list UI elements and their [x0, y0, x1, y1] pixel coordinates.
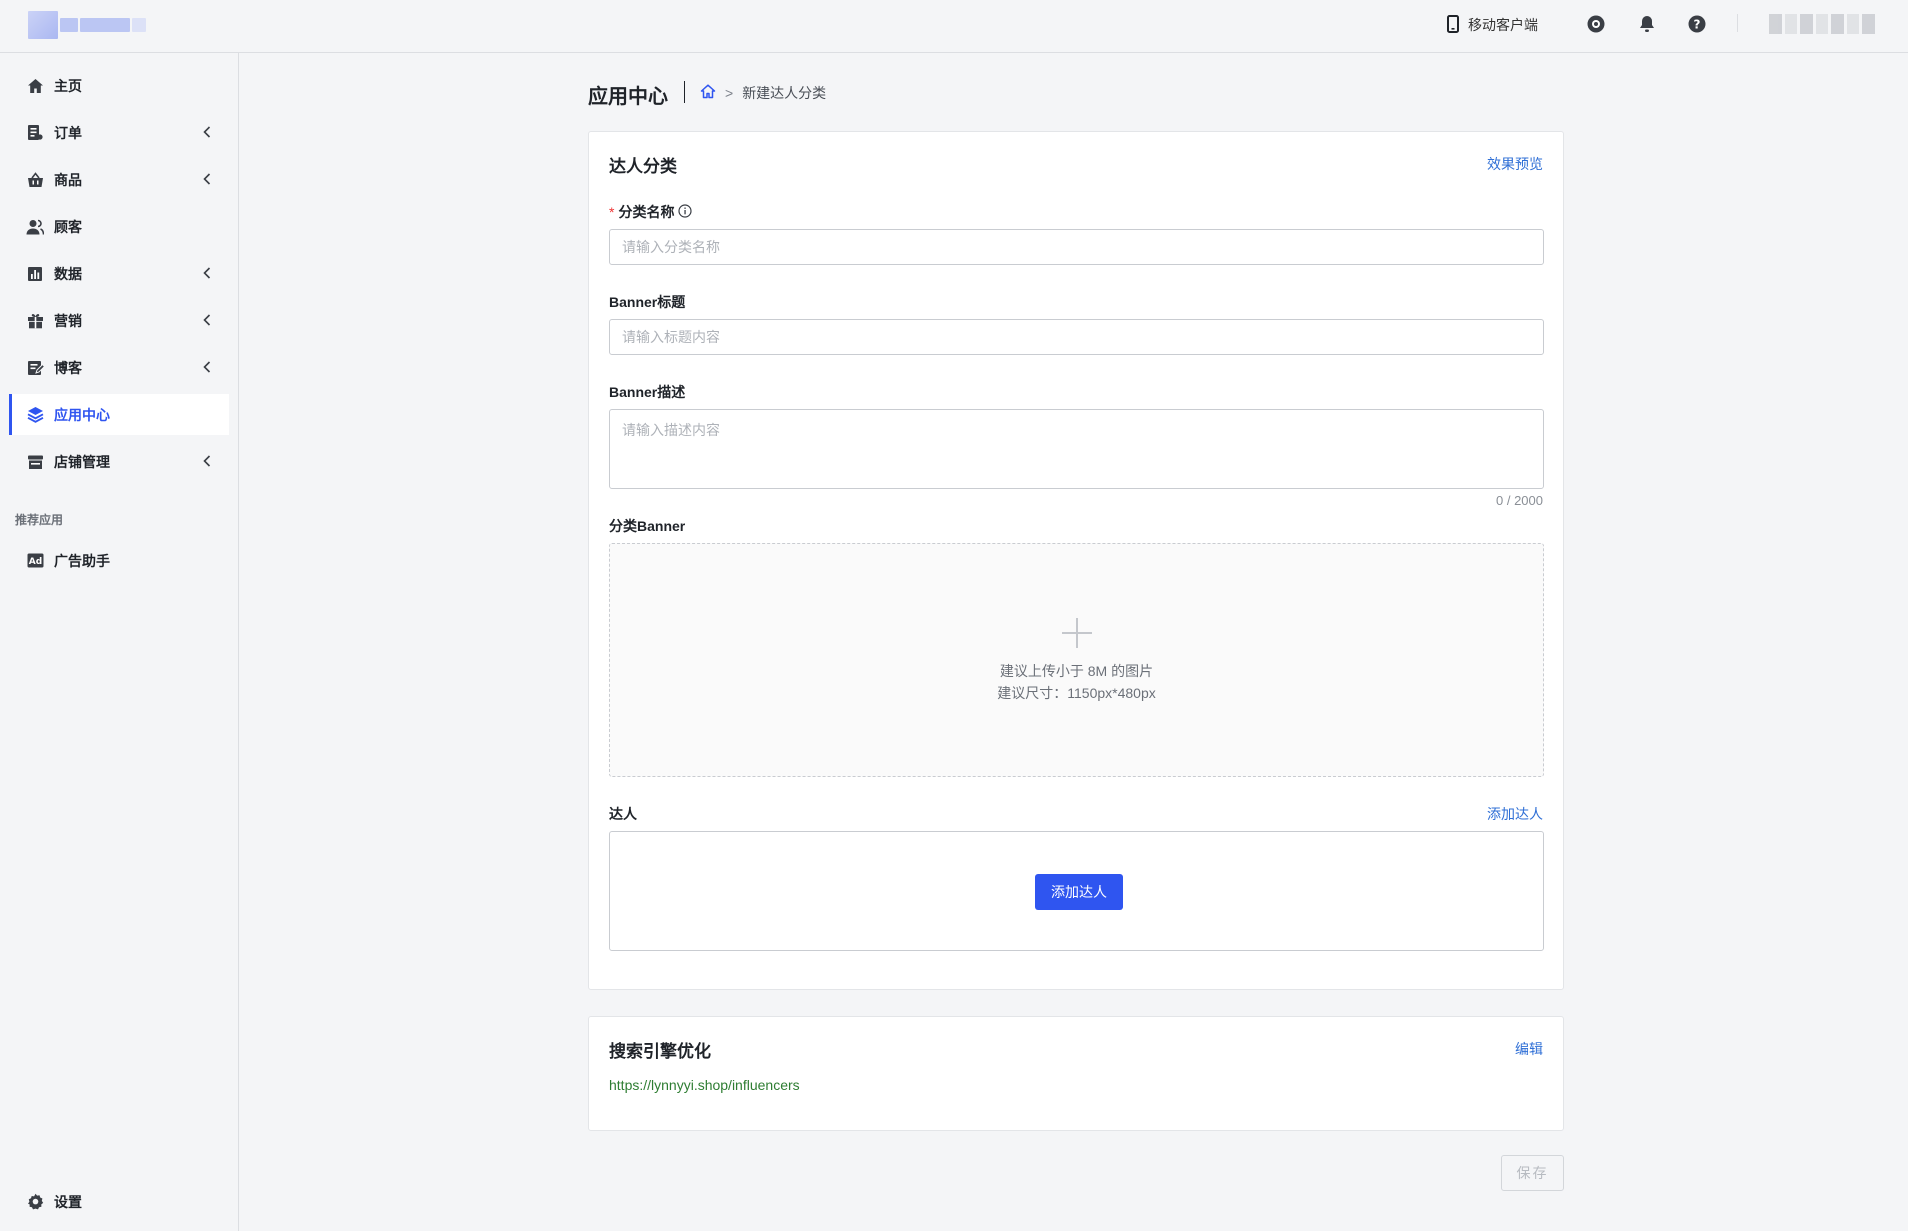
- chevron-left-icon: [199, 124, 215, 140]
- required-mark: *: [609, 204, 615, 220]
- sidebar-item-store-management[interactable]: 店铺管理: [9, 441, 229, 482]
- sidebar-item-label: 数据: [54, 265, 82, 282]
- sidebar-item-blog[interactable]: 博客: [9, 347, 229, 388]
- logo[interactable]: [28, 11, 166, 39]
- character-counter: 0 / 2000: [1496, 493, 1543, 508]
- mobile-client-label: 移动客户端: [1468, 17, 1538, 33]
- sidebar: 主页 订单 商品 顾客 数据 营销 博客 应用中心 店铺管理 推荐应用 Ad 广…: [0, 53, 239, 1231]
- recommended-apps-heading: 推荐应用: [15, 513, 64, 527]
- home-icon[interactable]: [700, 84, 716, 102]
- sidebar-item-data[interactable]: 数据: [9, 253, 229, 294]
- basket-icon: [26, 171, 44, 189]
- mobile-client-link[interactable]: 移动客户端: [1446, 14, 1538, 36]
- sidebar-item-ad-assistant[interactable]: Ad 广告助手: [9, 540, 229, 581]
- sidebar-item-label: 顾客: [54, 218, 82, 235]
- chevron-left-icon: [199, 171, 215, 187]
- preview-link[interactable]: 效果预览: [1487, 154, 1543, 174]
- layers-icon: [26, 406, 44, 424]
- influencers-list-box: 添加达人: [609, 831, 1544, 951]
- banner-title-input[interactable]: [609, 319, 1544, 355]
- top-bar: 移动客户端 ?: [0, 0, 1908, 53]
- chevron-left-icon: [199, 453, 215, 469]
- sidebar-item-customers[interactable]: 顾客: [9, 206, 229, 247]
- category-name-input[interactable]: [609, 229, 1544, 265]
- user-account-menu[interactable]: [1769, 14, 1876, 34]
- add-influencer-button[interactable]: 添加达人: [1035, 874, 1123, 910]
- sidebar-item-label: 应用中心: [54, 406, 110, 423]
- banner-title-label: Banner标题: [609, 294, 686, 310]
- breadcrumb-current: 新建达人分类: [742, 85, 827, 101]
- gear-icon: [26, 1193, 44, 1211]
- customers-icon: [26, 218, 44, 236]
- seo-title: 搜索引擎优化: [609, 1042, 711, 1061]
- card-title: 达人分类: [609, 157, 677, 176]
- banner-description-textarea[interactable]: [609, 409, 1544, 489]
- sidebar-item-orders[interactable]: 订单: [9, 112, 229, 153]
- sidebar-item-label: 博客: [54, 359, 82, 376]
- gift-icon: [26, 312, 44, 330]
- svg-text:?: ?: [1694, 18, 1701, 32]
- sidebar-item-products[interactable]: 商品: [9, 159, 229, 200]
- info-icon[interactable]: [678, 203, 693, 221]
- chevron-left-icon: [199, 265, 215, 281]
- category-banner-label: 分类Banner: [609, 518, 686, 534]
- ad-icon: Ad: [26, 552, 44, 570]
- add-influencer-link[interactable]: 添加达人: [1487, 804, 1543, 824]
- sidebar-item-label: 订单: [54, 124, 82, 141]
- svg-text:Ad: Ad: [28, 557, 41, 567]
- seo-card: 搜索引擎优化 编辑 https://lynnyyi.shop/influence…: [588, 1016, 1564, 1131]
- sidebar-item-app-center[interactable]: 应用中心: [9, 394, 229, 435]
- edit-seo-link[interactable]: 编辑: [1515, 1039, 1543, 1059]
- mobile-phone-icon: [1446, 14, 1460, 36]
- sidebar-item-label: 营销: [54, 312, 82, 329]
- save-button[interactable]: 保存: [1501, 1155, 1564, 1191]
- chevron-left-icon: [199, 312, 215, 328]
- category-name-label: * 分类名称: [609, 202, 693, 222]
- sidebar-item-marketing[interactable]: 营销: [9, 300, 229, 341]
- title-separator: [684, 81, 685, 103]
- sidebar-item-label: 设置: [54, 1193, 82, 1210]
- order-icon: [26, 124, 44, 142]
- banner-description-label: Banner描述: [609, 384, 686, 400]
- sidebar-item-label: 主页: [54, 77, 82, 94]
- sidebar-item-label: 广告助手: [54, 552, 110, 569]
- plus-icon: [1061, 617, 1093, 654]
- banner-upload-area[interactable]: 建议上传小于 8M 的图片 建议尺寸：1150px*480px: [609, 543, 1544, 777]
- seo-url: https://lynnyyi.shop/influencers: [609, 1077, 800, 1093]
- help-icon[interactable]: ?: [1686, 13, 1708, 35]
- chart-icon: [26, 265, 44, 283]
- sidebar-item-home[interactable]: 主页: [9, 65, 229, 106]
- header-divider: [1737, 14, 1738, 32]
- page-title: 应用中心: [588, 86, 668, 108]
- breadcrumb-separator: >: [725, 85, 734, 101]
- preview-eye-icon[interactable]: [1585, 13, 1607, 35]
- store-icon: [26, 453, 44, 471]
- influencer-category-card: 达人分类 效果预览 * 分类名称 Banner标题 Banner描述 0 / 2…: [588, 131, 1564, 990]
- upload-size-hint: 建议上传小于 8M 的图片: [999, 662, 1154, 679]
- chevron-left-icon: [199, 359, 215, 375]
- sidebar-item-settings[interactable]: 设置: [9, 1181, 229, 1222]
- breadcrumb: > 新建达人分类: [700, 83, 826, 103]
- category-name-label-text: 分类名称: [618, 204, 675, 220]
- notification-bell-icon[interactable]: [1636, 13, 1658, 35]
- upload-dimension-hint: 建议尺寸：1150px*480px: [997, 684, 1156, 701]
- home-icon: [26, 77, 44, 95]
- sidebar-item-label: 店铺管理: [54, 453, 110, 470]
- influencers-label: 达人: [609, 806, 637, 822]
- blog-icon: [26, 359, 44, 377]
- sidebar-item-label: 商品: [54, 171, 82, 188]
